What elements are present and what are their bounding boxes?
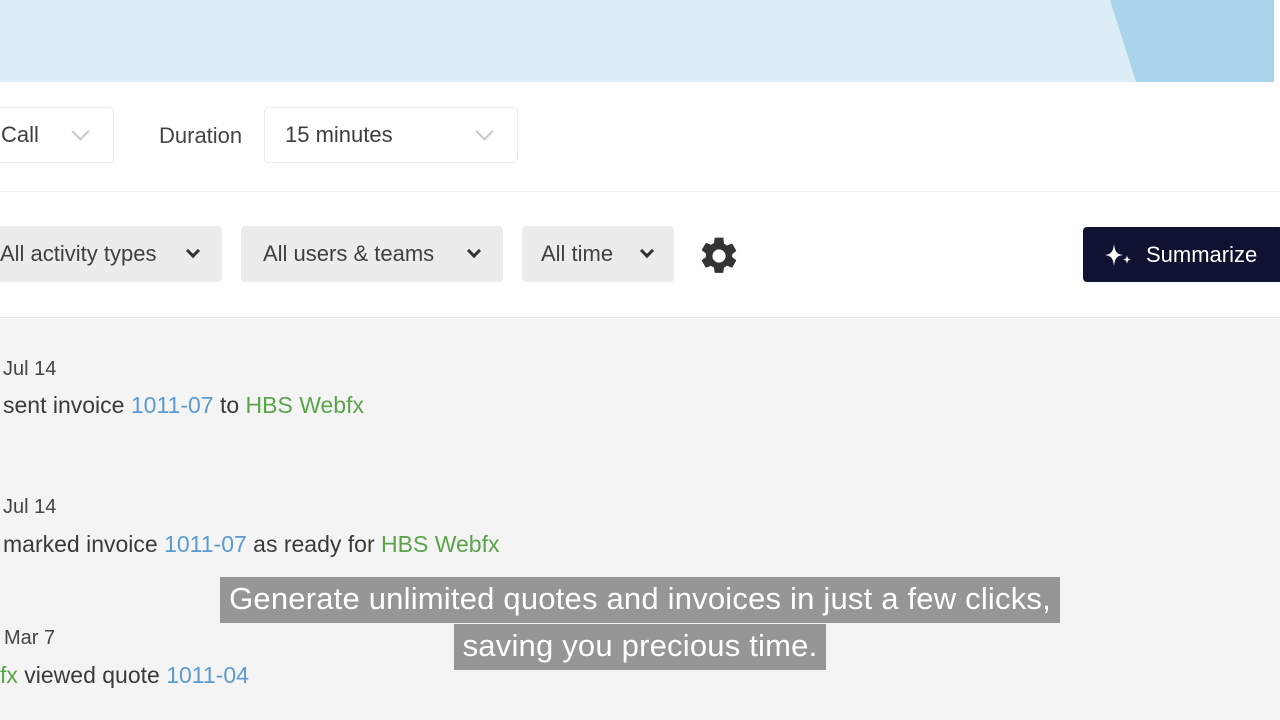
summarize-button[interactable]: Summarize — [1083, 227, 1280, 282]
entry-connector: as ready for — [246, 531, 382, 557]
banner-accent — [1110, 0, 1280, 82]
video-caption-line-2: saving you precious time. — [0, 624, 1280, 670]
activity-type-filter[interactable]: All activity types — [0, 226, 222, 282]
chevron-down-icon — [466, 243, 482, 259]
video-caption-line-1: Generate unlimited quotes and invoices i… — [0, 577, 1280, 623]
entry-date: Jul 14 — [3, 358, 57, 380]
call-type-select[interactable]: Call — [0, 107, 114, 163]
call-type-value: Call — [1, 122, 39, 147]
duration-select[interactable]: 15 minutes — [264, 107, 518, 163]
activity-entry: sent invoice 1011-07 to HBS Webfx — [3, 392, 364, 419]
chevron-down-icon — [71, 122, 90, 141]
activity-type-filter-label: All activity types — [0, 241, 157, 266]
chevron-down-icon — [185, 243, 201, 259]
activity-entry: marked invoice 1011-07 as ready for HBS … — [3, 531, 499, 558]
summarize-label: Summarize — [1146, 242, 1258, 267]
client-link[interactable]: HBS Webfx — [381, 531, 499, 557]
users-teams-filter-label: All users & teams — [263, 241, 435, 266]
banner-edge — [1274, 0, 1280, 82]
client-link[interactable]: HBS Webfx — [246, 392, 364, 418]
caption-text: saving you precious time. — [453, 624, 827, 670]
invoice-link[interactable]: 1011-07 — [164, 531, 247, 557]
caption-text: Generate unlimited quotes and invoices i… — [220, 577, 1060, 623]
time-range-filter[interactable]: All time — [522, 226, 674, 282]
form-row: Call Duration 15 minutes — [0, 82, 1280, 192]
gear-icon[interactable] — [697, 234, 741, 278]
entry-action: sent invoice — [3, 392, 131, 418]
chevron-down-icon — [475, 122, 494, 141]
sparkle-icon — [1105, 244, 1131, 266]
duration-value: 15 minutes — [285, 122, 393, 147]
filter-bar: All activity types All users & teams All… — [0, 192, 1280, 318]
time-range-filter-label: All time — [541, 241, 614, 266]
duration-label: Duration — [159, 123, 243, 148]
entry-date: Jul 14 — [3, 496, 57, 518]
entry-action: marked invoice — [3, 531, 165, 557]
entry-connector: to — [213, 392, 246, 418]
top-banner — [0, 0, 1280, 82]
users-teams-filter[interactable]: All users & teams — [241, 226, 503, 282]
invoice-link[interactable]: 1011-07 — [131, 392, 214, 418]
chevron-down-icon — [639, 243, 655, 259]
